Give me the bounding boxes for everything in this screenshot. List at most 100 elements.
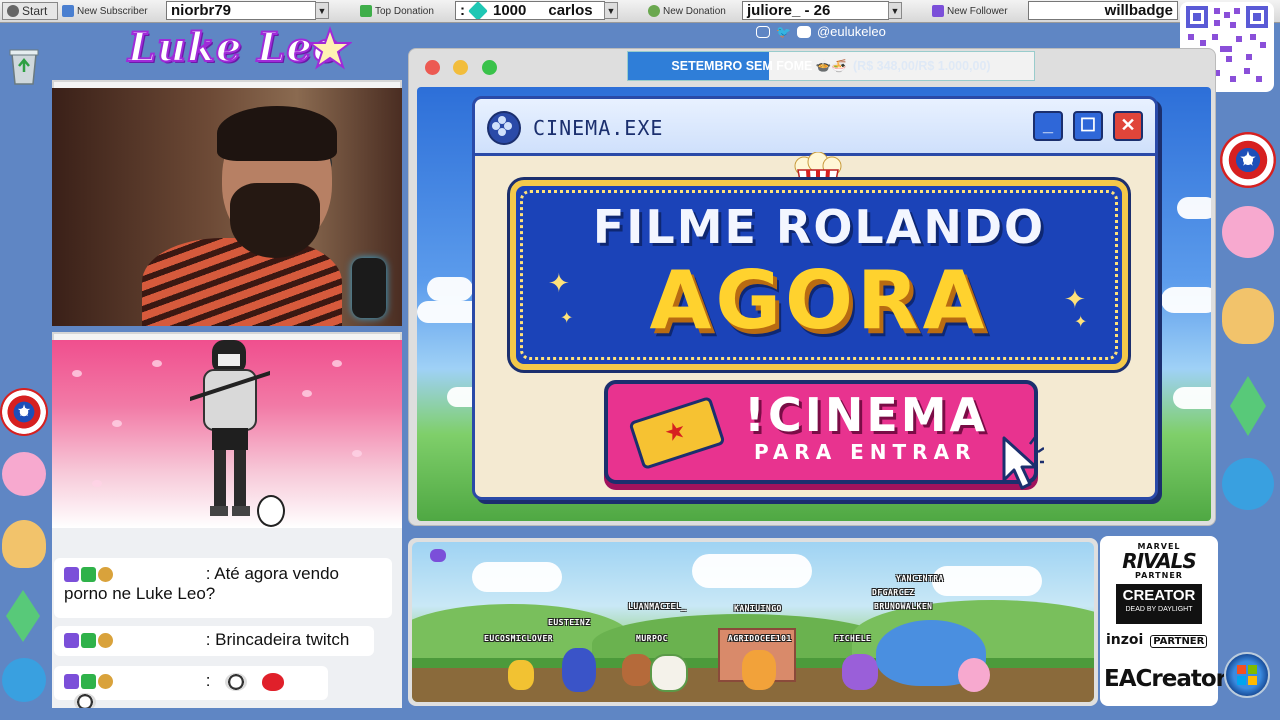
creature — [508, 660, 534, 690]
messenger-icon-right[interactable] — [1222, 458, 1274, 510]
top-donation-label-group: Top Donation — [360, 2, 434, 20]
creature — [650, 654, 688, 692]
viewer-username: LUANMACIEL_ — [628, 602, 687, 611]
sparkle-icon: ✦ — [1074, 314, 1088, 331]
viewer-username: BRUNOWALKEN — [874, 602, 933, 611]
cloud — [1173, 387, 1211, 409]
emote-icon — [225, 672, 248, 691]
creator-label: CREATOR — [1122, 587, 1196, 604]
lips-emote-icon — [261, 672, 284, 691]
creature — [958, 658, 990, 692]
sims-plumbob-icon-right[interactable] — [1230, 376, 1266, 436]
inzoi-partner-logo: inzoi PARTNER — [1106, 632, 1208, 648]
recycle-bin-icon[interactable] — [6, 44, 42, 86]
close-window-button[interactable] — [425, 60, 440, 75]
instagram-icon — [756, 25, 770, 38]
chat-message-text: : — [205, 671, 211, 690]
new-follower-label-group: New Follower — [932, 2, 1008, 20]
ticket-icon: ★ — [628, 395, 726, 471]
petal — [302, 390, 312, 397]
goal-amount: (R$ 348,00/R$ 1.000,00) — [853, 59, 991, 73]
vtuber-scene — [52, 340, 402, 528]
verified-badge-icon — [81, 633, 96, 649]
avatar-icon-right[interactable] — [1222, 288, 1274, 344]
diamond-icon — [468, 2, 488, 19]
dbd-creator-logo: CREATOR DEAD BY DAYLIGHT — [1116, 584, 1202, 624]
cinema-command-button[interactable]: ★ !CINEMA PARA ENTRAR — [604, 380, 1038, 484]
chat-message: : — [54, 666, 328, 708]
viewer-username: KANIUINGO — [734, 604, 782, 613]
viewer-username: EUSTEINZ — [548, 618, 591, 627]
new-donation-dropdown-button[interactable]: ▼ — [888, 2, 902, 19]
maximize-window-button[interactable] — [482, 60, 497, 75]
mouse-pointer-icon — [1002, 435, 1044, 490]
twitch-badge-icon — [64, 674, 79, 690]
minimize-window-button[interactable] — [453, 60, 468, 75]
top-donation-field[interactable]: : 1000 carlos — [455, 1, 605, 20]
petal — [152, 360, 162, 367]
cinema-title: CINEMA.EXE — [533, 116, 664, 140]
cinema-title-bar: CINEMA.EXE _ ☐ ✕ — [475, 99, 1155, 156]
verified-badge-icon — [81, 674, 96, 690]
twitch-badge-icon — [64, 633, 79, 649]
stream-game-panel: EUCOSMICLOVER EUSTEINZ LUANMACIEL_ MURPO… — [408, 538, 1098, 706]
messenger-icon-left[interactable] — [2, 658, 46, 702]
avatar-icon-left[interactable] — [2, 520, 46, 568]
twitter-icon: 🐦 — [776, 24, 791, 39]
film-reel-icon — [487, 111, 521, 145]
chat-message: : Até agora vendo porno ne Luke Leo? — [54, 558, 392, 618]
sub-badge-icon — [98, 567, 113, 583]
inzoi-label: inzoi — [1106, 632, 1144, 648]
start-button[interactable]: Start — [2, 2, 58, 20]
cinema-close-button[interactable]: ✕ — [1113, 111, 1143, 141]
viewer-username: YANCINTRA — [896, 574, 944, 583]
petal — [352, 450, 362, 457]
panda-plush — [257, 495, 285, 527]
now-playing-marquee: FILME ROLANDO AGORA — [510, 180, 1128, 370]
top-taskbar: Start New Subscriber niorbr79 ▼ Top Dona… — [0, 0, 1280, 23]
start-icon — [7, 5, 19, 17]
goal-text: SETEMBRO SEM FOME 🍲🍜 (R$ 348,00/R$ 1.000… — [628, 52, 1034, 80]
petal — [92, 480, 102, 487]
cinema-maximize-button[interactable]: ☐ — [1073, 111, 1103, 141]
rivals-partner-label: PARTNER — [1135, 571, 1183, 580]
windows-start-orb-icon[interactable] — [1224, 652, 1270, 698]
partner-logos-panel: MARVEL RIVALS PARTNER CREATOR DEAD BY DA… — [1100, 536, 1227, 706]
inzoi-partner-label: PARTNER — [1150, 635, 1208, 648]
new-follower-field[interactable]: willbadge — [1028, 1, 1178, 20]
money-bag-icon — [648, 5, 660, 17]
petal — [72, 370, 82, 377]
donation-goal-bar: SETEMBRO SEM FOME 🍲🍜 (R$ 348,00/R$ 1.000… — [627, 51, 1035, 81]
chat-badges — [64, 674, 113, 690]
creature — [622, 654, 652, 686]
sub-badge-icon — [98, 674, 113, 690]
chat-badges — [64, 567, 113, 583]
subscriber-dropdown-button[interactable]: ▼ — [315, 2, 329, 19]
new-donation-field[interactable]: juliore_ - 26 — [742, 1, 889, 20]
captain-shield-icon-left[interactable]: ★ — [0, 388, 48, 436]
sparkle-icon: ✦ — [548, 268, 570, 298]
rivals-label: RIVALS — [1122, 549, 1197, 573]
logo-star-icon — [308, 26, 352, 70]
social-handle: @eulukeleo — [816, 24, 886, 39]
subscriber-icon — [62, 5, 74, 17]
new-subscriber-field[interactable]: niorbr79 — [166, 1, 316, 20]
emote-icon — [74, 692, 96, 708]
streamer-shirt — [142, 238, 342, 326]
donation-dropdown-button[interactable]: ▼ — [604, 2, 618, 19]
creature — [562, 648, 596, 692]
jigglypuff-icon-left[interactable] — [2, 452, 46, 496]
jigglypuff-icon-right[interactable] — [1222, 206, 1274, 258]
new-follower-label: New Follower — [947, 5, 1008, 17]
cloud — [427, 277, 473, 301]
microphone-icon — [352, 258, 386, 318]
chat-message-text: : Brincadeira twitch — [205, 630, 350, 649]
sims-plumbob-icon-left[interactable] — [6, 590, 40, 642]
streamer-beard — [230, 183, 320, 258]
cinema-minimize-button[interactable]: _ — [1033, 111, 1063, 141]
streamer-hair — [217, 106, 337, 161]
captain-shield-icon-right[interactable]: ★ — [1220, 132, 1276, 188]
webcam-feed — [52, 88, 402, 326]
donation-user: carlos — [548, 2, 593, 19]
top-donation-label: Top Donation — [375, 5, 434, 17]
